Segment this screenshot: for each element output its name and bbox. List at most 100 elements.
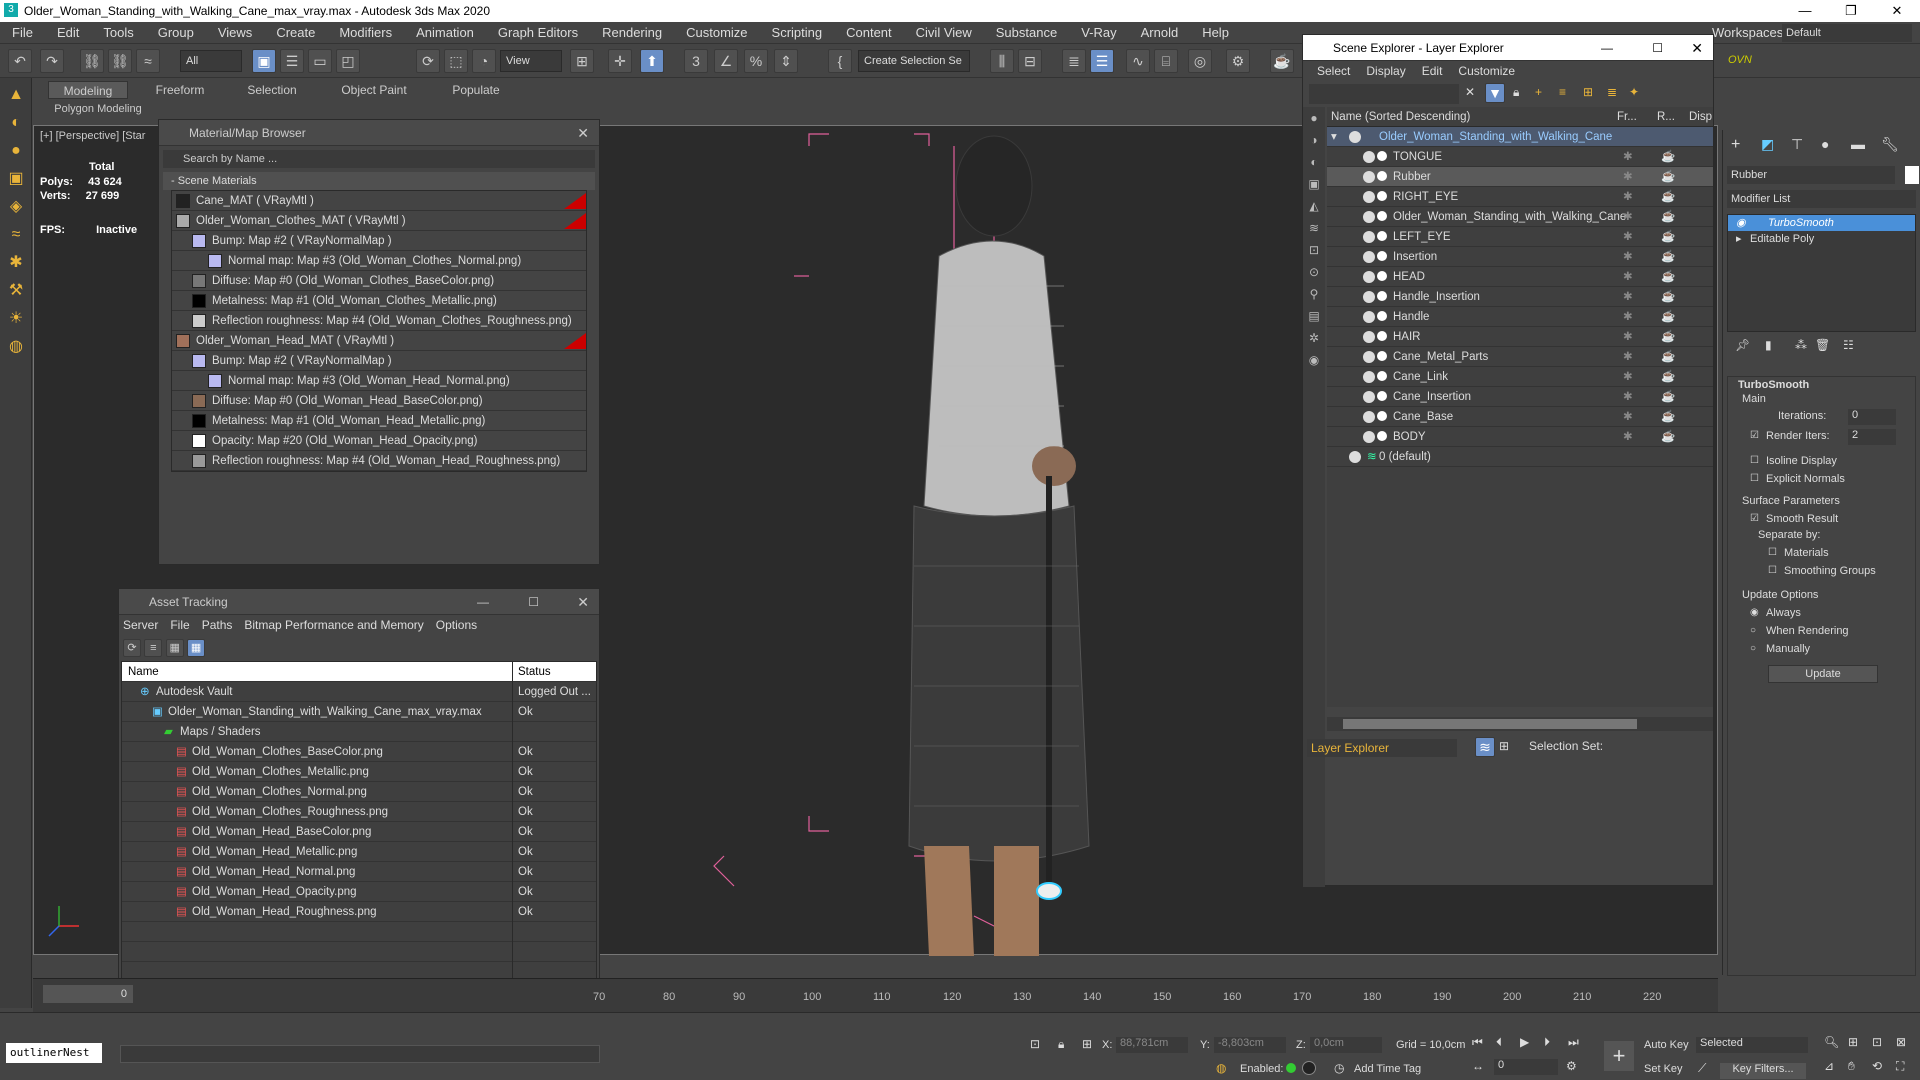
select-object-icon[interactable]: ▣	[252, 49, 276, 73]
scene-object-row[interactable]: BODY ✱ ☕	[1327, 427, 1713, 447]
menu-graph-editors[interactable]: Graph Editors	[486, 22, 590, 44]
smoothing-groups-row[interactable]: ☐ Smoothing Groups	[1728, 563, 1915, 581]
clear-icon[interactable]: ✕	[1465, 85, 1475, 99]
table-icon[interactable]: ▦	[165, 639, 184, 657]
isoline-row[interactable]: ☐ Isoline Display	[1728, 453, 1915, 471]
material-item[interactable]: Opacity: Map #20 (Old_Woman_Head_Opacity…	[172, 431, 586, 451]
tab-modeling[interactable]: Modeling	[48, 81, 128, 99]
display-helpers-icon[interactable]: ◭	[1303, 195, 1325, 217]
freeze-icon[interactable]: ✱	[1623, 227, 1633, 247]
play-icon[interactable]: ▶	[1520, 1035, 1529, 1049]
scene-object-row[interactable]: Cane_Base ✱ ☕	[1327, 407, 1713, 427]
minimize-icon[interactable]: —	[477, 589, 489, 615]
default-layer-row[interactable]: ≋ 0 (default)	[1327, 447, 1713, 467]
make-unique-icon[interactable]: ⁂	[1795, 338, 1807, 352]
scene-explorer-icon[interactable]: ☰	[1090, 49, 1114, 73]
sun-icon[interactable]: ☀	[5, 308, 27, 330]
menu-customize[interactable]: Customize	[674, 22, 759, 44]
spacewarps-icon[interactable]: ≈	[5, 224, 27, 246]
lock-icon[interactable]: 🔒︎	[1513, 85, 1519, 100]
smoothing-groups-checkbox[interactable]: ☐	[1768, 565, 1777, 576]
freeze-icon[interactable]: ✱	[1623, 147, 1633, 167]
freeze-icon[interactable]: ✱	[1623, 347, 1633, 367]
eye-icon[interactable]: ◉	[1736, 215, 1746, 231]
scene-search-input[interactable]	[1309, 84, 1459, 104]
y-coordinate[interactable]: -8,803cm	[1214, 1037, 1286, 1053]
column-freeze[interactable]: Fr...	[1617, 107, 1637, 127]
expand-icon[interactable]: ▸	[1736, 231, 1742, 247]
maximize-icon[interactable]: ☐	[1652, 35, 1663, 61]
show-end-result-icon[interactable]: ▮	[1765, 338, 1772, 352]
visibility-eye-icon[interactable]	[1363, 171, 1375, 183]
angle-snap-icon[interactable]: ∠	[714, 49, 738, 73]
material-item[interactable]: Diffuse: Map #0 (Old_Woman_Clothes_BaseC…	[172, 271, 586, 291]
menu-modifiers[interactable]: Modifiers	[327, 22, 404, 44]
scene-object-row[interactable]: RIGHT_EYE ✱ ☕	[1327, 187, 1713, 207]
freeze-icon[interactable]: ✱	[1623, 387, 1633, 407]
window-crossing-icon[interactable]: ◰	[336, 49, 360, 73]
materials-row[interactable]: ☐ Materials	[1728, 545, 1915, 563]
menu-vray[interactable]: V-Ray	[1069, 22, 1128, 44]
material-item[interactable]: Older_Woman_Clothes_MAT ( VRayMtl )	[172, 211, 586, 231]
column-status[interactable]: Status	[518, 662, 551, 682]
column-display[interactable]: Disp	[1689, 107, 1712, 127]
rect-selection-icon[interactable]: ▭	[308, 49, 332, 73]
freeze-icon[interactable]: ✱	[1623, 287, 1633, 307]
always-radio[interactable]: ◉	[1750, 607, 1759, 618]
menu-views[interactable]: Views	[206, 22, 264, 44]
render-icon[interactable]: ☕	[1661, 367, 1675, 387]
menu-substance[interactable]: Substance	[984, 22, 1069, 44]
render-icon[interactable]: ☕	[1661, 347, 1675, 367]
render-iters-spinner[interactable]: 2	[1848, 429, 1896, 445]
render-setup-icon[interactable]: ⚙	[1226, 49, 1250, 73]
key-mode-icon[interactable]: ↔	[1472, 1059, 1484, 1073]
select-scale-icon[interactable]: ⬚	[444, 49, 468, 73]
minimize-button[interactable]: —	[1782, 0, 1828, 22]
key-filters-button[interactable]: Key Filters...	[1720, 1063, 1806, 1079]
layer-manager-icon[interactable]: ≣	[1062, 49, 1086, 73]
scene-materials-header[interactable]: - Scene Materials	[163, 172, 595, 190]
explicit-normals-checkbox[interactable]: ☐	[1750, 473, 1759, 484]
render-icon[interactable]: ☕	[1270, 49, 1294, 73]
orbit-icon[interactable]: ⟲	[1872, 1059, 1882, 1073]
scene-object-row[interactable]: TONGUE ✱ ☕	[1327, 147, 1713, 167]
tab-object-paint[interactable]: Object Paint	[324, 81, 424, 99]
redo-icon[interactable]: ↷	[40, 49, 64, 73]
material-item[interactable]: Reflection roughness: Map #4 (Old_Woman_…	[172, 451, 586, 471]
when-rendering-radio[interactable]: ○	[1750, 625, 1756, 636]
scene-scrollbar[interactable]	[1327, 717, 1713, 731]
smooth-result-checkbox[interactable]: ☑	[1750, 513, 1759, 524]
menu-create[interactable]: Create	[264, 22, 327, 44]
freeze-icon[interactable]: ✱	[1623, 307, 1633, 327]
material-item[interactable]: Bump: Map #2 ( VRayNormalMap )	[172, 231, 586, 251]
tab-polygon-modeling[interactable]: Polygon Modeling	[48, 100, 148, 118]
display-shapes-icon[interactable]: ◑	[1303, 129, 1325, 151]
scene-object-row[interactable]: Cane_Link ✱ ☕	[1327, 367, 1713, 387]
freeze-icon[interactable]: ✱	[1623, 367, 1633, 387]
highlight-icon[interactable]: ✦	[1629, 85, 1639, 99]
go-to-start-icon[interactable]: ⏮	[1472, 1035, 1483, 1050]
modifier-turbosmooth[interactable]: ◉ TurboSmooth	[1728, 215, 1915, 231]
scene-object-row[interactable]: Handle ✱ ☕	[1327, 307, 1713, 327]
display-particles-icon[interactable]: ✲	[1303, 327, 1325, 349]
close-button[interactable]: ✕	[1874, 0, 1920, 22]
menu-tools[interactable]: Tools	[91, 22, 145, 44]
display-containers-icon[interactable]: ▤	[1303, 305, 1325, 327]
material-item[interactable]: Older_Woman_Head_MAT ( VRayMtl )	[172, 331, 586, 351]
schematic-view-icon[interactable]: ⌸	[1154, 49, 1178, 73]
maximize-viewport-icon[interactable]: ⛶	[1896, 1059, 1904, 1074]
scene-object-row[interactable]: Handle_Insertion ✱ ☕	[1327, 287, 1713, 307]
motion-tab-icon[interactable]: ●	[1821, 136, 1829, 152]
material-item[interactable]: Reflection roughness: Map #4 (Old_Woman_…	[172, 311, 586, 331]
render-icon[interactable]: ☕	[1661, 407, 1675, 427]
render-icon[interactable]: ☕	[1661, 327, 1675, 347]
visibility-eye-icon[interactable]	[1363, 211, 1375, 223]
time-tag-icon[interactable]: ◷	[1334, 1061, 1344, 1075]
asset-row[interactable]: ▤ Old_Woman_Head_BaseColor.png Ok	[122, 822, 596, 842]
hierarchy-icon[interactable]: ⊞	[1583, 85, 1593, 99]
render-icon[interactable]: ☕	[1661, 187, 1675, 207]
systems-icon[interactable]: ✱	[5, 252, 27, 274]
tab-selection[interactable]: Selection	[232, 81, 312, 99]
freeze-icon[interactable]: ✱	[1623, 427, 1633, 447]
zoom-extents-all-icon[interactable]: ⊠	[1896, 1035, 1906, 1049]
